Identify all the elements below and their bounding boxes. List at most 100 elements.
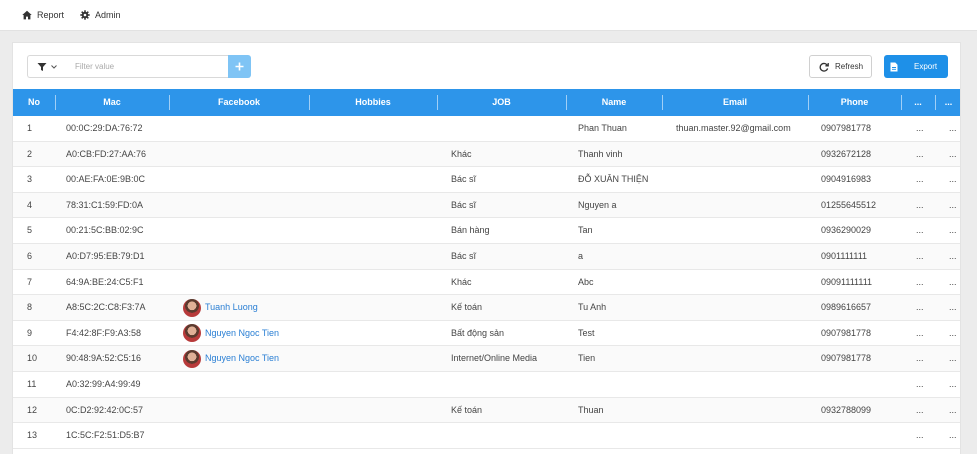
- table-header: No Mac Facebook Hobbies JOB Name Email P…: [13, 89, 960, 116]
- facebook-profile-link[interactable]: Nguyen Ngoc Tien: [183, 346, 279, 371]
- cell-job: Bất động sản: [451, 327, 505, 338]
- cell-mac: A0:D7:95:EB:79:D1: [66, 251, 145, 261]
- cell-phone: 0989616657: [821, 302, 872, 313]
- column-header-email[interactable]: Email: [662, 89, 808, 116]
- cell-no: 3: [27, 174, 33, 185]
- export-button[interactable]: Export: [884, 55, 948, 78]
- cell-phone: 0932672128: [821, 148, 872, 159]
- table-row[interactable]: 9 F4:42:8F:F9:A3:58 Nguyen Ngoc Tien Bất…: [13, 321, 960, 347]
- column-header-more-1[interactable]: ...: [901, 89, 935, 116]
- cell-no: 10: [27, 353, 38, 364]
- cell-more-1: ...: [916, 430, 924, 441]
- table-row[interactable]: 5 00:21:5C:BB:02:9C Bán hàng Tan 0936290…: [13, 218, 960, 244]
- column-header-facebook[interactable]: Facebook: [169, 89, 309, 116]
- cell-no: 6: [27, 251, 33, 261]
- refresh-button[interactable]: Refresh: [809, 55, 872, 78]
- cell-phone: 0932788099: [821, 404, 872, 415]
- cell-job: Khác: [451, 148, 472, 159]
- cell-name: Thuan: [578, 404, 604, 415]
- cell-mac: 00:0C:29:DA:76:72: [66, 123, 143, 133]
- top-navbar: Report Admin: [0, 0, 977, 31]
- cell-mac: 78:31:C1:59:FD:0A: [66, 199, 144, 210]
- cell-more-1: ...: [916, 327, 924, 338]
- cell-phone: 01255645512: [821, 199, 877, 210]
- table-row[interactable]: 7 64:9A:BE:24:C5:F1 Khác Abc 09091111111…: [13, 270, 960, 296]
- cell-more-2: ...: [949, 276, 957, 287]
- table-row[interactable]: 8 A8:5C:2C:C8:F3:7A Tuanh Luong Kế toán …: [13, 295, 960, 321]
- column-header-phone[interactable]: Phone: [808, 89, 901, 116]
- table-row[interactable]: 13 1C:5C:F2:51:D5:B7 ... ...: [13, 423, 960, 449]
- cell-phone: 0907981778: [821, 353, 872, 364]
- column-header-mac[interactable]: Mac: [55, 89, 169, 116]
- cell-name: Test: [578, 327, 595, 338]
- filter-value-input[interactable]: [65, 55, 228, 78]
- facebook-profile-link[interactable]: Nguyen Ngoc Tien: [183, 321, 279, 346]
- cell-job: Bác sĩ: [451, 174, 477, 185]
- cell-more-2: ...: [949, 302, 957, 313]
- cell-name: Nguyen a: [578, 199, 617, 210]
- nav-report[interactable]: Report: [22, 10, 64, 20]
- facebook-name: Tuanh Luong: [205, 302, 258, 313]
- cell-more-1: ...: [916, 302, 924, 313]
- cell-more-1: ...: [916, 199, 924, 210]
- avatar: [183, 324, 201, 343]
- column-header-hobbies[interactable]: Hobbies: [309, 89, 437, 116]
- refresh-label: Refresh: [835, 62, 864, 71]
- export-label: Export: [914, 62, 938, 71]
- cell-phone: 0907981778: [821, 123, 872, 133]
- filter-dropdown-button[interactable]: [27, 55, 65, 78]
- cell-name: Phan Thuan: [578, 123, 627, 133]
- cell-phone: 0936290029: [821, 225, 872, 236]
- cell-mac: A0:CB:FD:27:AA:76: [66, 148, 147, 159]
- cell-mac: F4:42:8F:F9:A3:58: [66, 327, 142, 338]
- cell-job: Kế toán: [451, 302, 483, 313]
- chevron-down-icon: [50, 64, 57, 69]
- cell-phone: 0904916983: [821, 174, 872, 185]
- cell-mac: 64:9A:BE:24:C5:F1: [66, 276, 144, 287]
- cell-name: Tan: [578, 225, 593, 236]
- refresh-icon: [819, 62, 829, 72]
- facebook-name: Nguyen Ngoc Tien: [205, 353, 280, 364]
- table-row[interactable]: 2 A0:CB:FD:27:AA:76 Khác Thanh vinh 0932…: [13, 141, 960, 168]
- cell-more-1: ...: [916, 148, 924, 159]
- cell-more-2: ...: [949, 430, 957, 441]
- column-header-name[interactable]: Name: [566, 89, 662, 116]
- column-header-more-2[interactable]: ...: [935, 89, 960, 116]
- gear-icon: [80, 10, 90, 20]
- add-filter-button[interactable]: [228, 55, 251, 78]
- cell-email: thuan.master.92@gmail.com: [676, 123, 791, 133]
- table-row[interactable]: 6 A0:D7:95:EB:79:D1 Bác sĩ a 0901111111 …: [13, 244, 960, 270]
- cell-no: 12: [27, 404, 38, 415]
- cell-more-2: ...: [949, 327, 957, 338]
- cell-name: Thanh vinh: [578, 148, 623, 159]
- cell-no: 4: [27, 199, 33, 210]
- cell-job: Internet/Online Media: [451, 353, 538, 364]
- table-row[interactable]: 10 90:48:9A:52:C5:16 Nguyen Ngoc Tien In…: [13, 346, 960, 372]
- cell-more-2: ...: [949, 123, 957, 133]
- cell-no: 13: [27, 430, 38, 441]
- cell-more-2: ...: [949, 148, 957, 159]
- cell-more-1: ...: [916, 276, 924, 287]
- column-header-no[interactable]: No: [13, 89, 55, 116]
- table-row[interactable]: 3 00:AE:FA:0E:9B:0C Bác sĩ ĐỖ XUÂN THIỆN…: [13, 167, 960, 193]
- cell-job: Bác sĩ: [451, 251, 477, 261]
- cell-more-2: ...: [949, 225, 957, 236]
- cell-more-1: ...: [916, 353, 924, 364]
- cell-no: 5: [27, 225, 33, 236]
- cell-more-1: ...: [916, 225, 924, 236]
- filter-icon: [37, 62, 46, 71]
- nav-admin-label: Admin: [95, 10, 121, 20]
- data-panel: Refresh Export No Mac Facebook Hobbies J…: [12, 42, 961, 454]
- cell-name: Tu Anh: [578, 302, 607, 313]
- table-row[interactable]: 1 00:0C:29:DA:76:72 Phan Thuan thuan.mas…: [13, 116, 960, 142]
- cell-mac: 1C:5C:F2:51:D5:B7: [66, 430, 145, 441]
- table-row[interactable]: 4 78:31:C1:59:FD:0A Bác sĩ Nguyen a 0125…: [13, 192, 960, 219]
- facebook-profile-link[interactable]: Tuanh Luong: [183, 295, 258, 320]
- cell-more-1: ...: [916, 404, 924, 415]
- cell-more-1: ...: [916, 123, 924, 133]
- column-header-job[interactable]: JOB: [437, 89, 566, 116]
- nav-admin[interactable]: Admin: [80, 10, 121, 20]
- table-row[interactable]: 11 A0:32:99:A4:99:49 ... ...: [13, 372, 960, 398]
- table-row[interactable]: 12 0C:D2:92:42:0C:57 Kế toán Thuan 09327…: [13, 397, 960, 424]
- cell-phone: 0907981778: [821, 327, 872, 338]
